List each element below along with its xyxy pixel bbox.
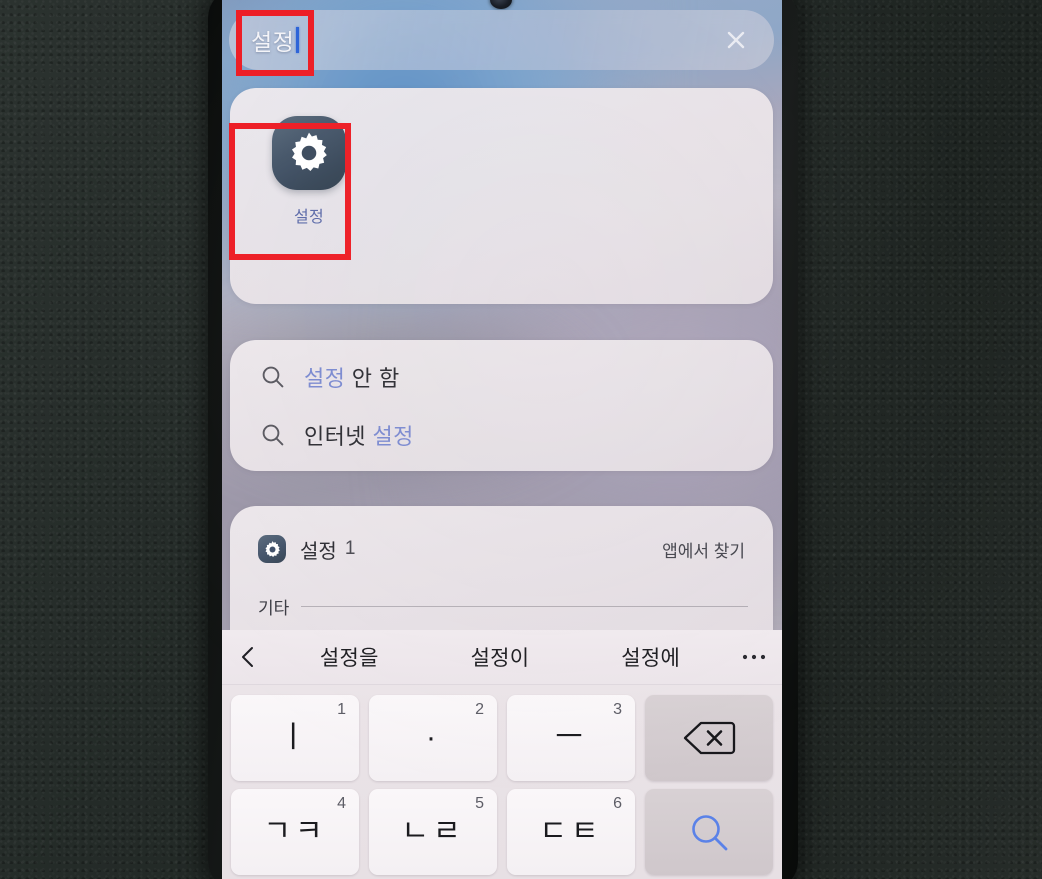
settings-app-tile[interactable]: 설정 bbox=[248, 116, 370, 227]
ellipsis-icon[interactable] bbox=[726, 653, 782, 661]
suggestion-text: 인터넷 설정 bbox=[304, 419, 414, 451]
key-number: 2 bbox=[475, 701, 484, 718]
suggestion-highlight: 설정 bbox=[304, 366, 346, 391]
suggestion-text: 설정 안 함 bbox=[304, 361, 400, 393]
suggestion-rest: 안 함 bbox=[345, 366, 400, 391]
key-search[interactable] bbox=[645, 789, 773, 875]
key-label: ㄴㄹ bbox=[401, 815, 465, 848]
section-divider bbox=[301, 606, 748, 607]
in-app-result-count: 1 bbox=[344, 538, 356, 559]
other-section-label: 기타 bbox=[258, 599, 290, 618]
keyboard-suggestion-word[interactable]: 설정이 bbox=[425, 642, 576, 672]
key-label: ㄱㅋ bbox=[263, 815, 327, 848]
apps-result-card: 설정 bbox=[230, 88, 773, 304]
in-app-app-name: 설정 bbox=[300, 540, 337, 563]
screenshot-scene: 설정 설정 설정 안 함 인터넷 설정 설정 1 앱에서 찾기 기타 설정을 설… bbox=[0, 0, 1042, 879]
key-eu[interactable]: ㅡ 3 bbox=[507, 695, 635, 781]
key-number: 1 bbox=[337, 701, 346, 718]
search-query-text: 설정 bbox=[251, 29, 295, 55]
keyboard-key-grid: ㅣ 1 · 2 ㅡ 3 ㄱㅋ 4 ㄴㄹ 5 ㄷㅌ 6 bbox=[222, 687, 782, 879]
key-number: 3 bbox=[613, 701, 622, 718]
key-number: 4 bbox=[337, 795, 346, 812]
key-dot[interactable]: · 2 bbox=[369, 695, 497, 781]
search-magnifier-icon bbox=[686, 809, 732, 855]
suggestion-row[interactable]: 인터넷 설정 bbox=[230, 406, 773, 464]
search-input[interactable]: 설정 bbox=[229, 10, 774, 70]
settings-gear-icon bbox=[272, 116, 346, 190]
phone-screen: 설정 설정 설정 안 함 인터넷 설정 설정 1 앱에서 찾기 기타 설정을 설… bbox=[222, 0, 782, 879]
key-label: ㅣ bbox=[279, 721, 311, 754]
key-number: 6 bbox=[613, 795, 622, 812]
other-section-header: 기타 bbox=[258, 594, 748, 619]
key-i[interactable]: ㅣ 1 bbox=[231, 695, 359, 781]
settings-gear-icon bbox=[258, 535, 286, 563]
in-app-results-card: 설정 1 앱에서 찾기 기타 bbox=[230, 506, 773, 634]
key-label: · bbox=[426, 721, 440, 754]
key-giyeok-kieuk[interactable]: ㄱㅋ 4 bbox=[231, 789, 359, 875]
search-magnifier-icon bbox=[260, 422, 286, 448]
keyboard-suggestion-word[interactable]: 설정에 bbox=[575, 642, 726, 672]
key-label: ㄷㅌ bbox=[539, 815, 603, 848]
text-caret bbox=[296, 27, 300, 53]
keyboard-suggestion-word[interactable]: 설정을 bbox=[274, 642, 425, 672]
key-nieun-rieul[interactable]: ㄴㄹ 5 bbox=[369, 789, 497, 875]
in-app-result-row[interactable]: 설정 1 앱에서 찾기 bbox=[230, 526, 773, 572]
search-magnifier-icon bbox=[260, 364, 286, 390]
key-digeut-tieut[interactable]: ㄷㅌ 6 bbox=[507, 789, 635, 875]
key-number: 5 bbox=[475, 795, 484, 812]
korean-keyboard: 설정을 설정이 설정에 ㅣ 1 · 2 ㅡ 3 ㄱㅋ 4 ㄴㄹ 5 ㄷㅌ 6 bbox=[222, 630, 782, 879]
suggestion-highlight: 설정 bbox=[372, 424, 414, 449]
key-label: ㅡ bbox=[555, 721, 587, 754]
close-x-icon[interactable] bbox=[722, 26, 750, 54]
backspace-icon bbox=[681, 719, 737, 757]
find-in-app-button[interactable]: 앱에서 찾기 bbox=[662, 537, 745, 562]
keyboard-suggestion-strip: 설정을 설정이 설정에 bbox=[222, 630, 782, 685]
key-backspace[interactable] bbox=[645, 695, 773, 781]
query-suggestions-card: 설정 안 함 인터넷 설정 bbox=[230, 340, 773, 471]
chevron-left-icon[interactable] bbox=[222, 644, 274, 670]
settings-app-label: 설정 bbox=[293, 209, 325, 226]
suggestion-row[interactable]: 설정 안 함 bbox=[230, 348, 773, 406]
suggestion-rest: 인터넷 bbox=[304, 424, 373, 449]
